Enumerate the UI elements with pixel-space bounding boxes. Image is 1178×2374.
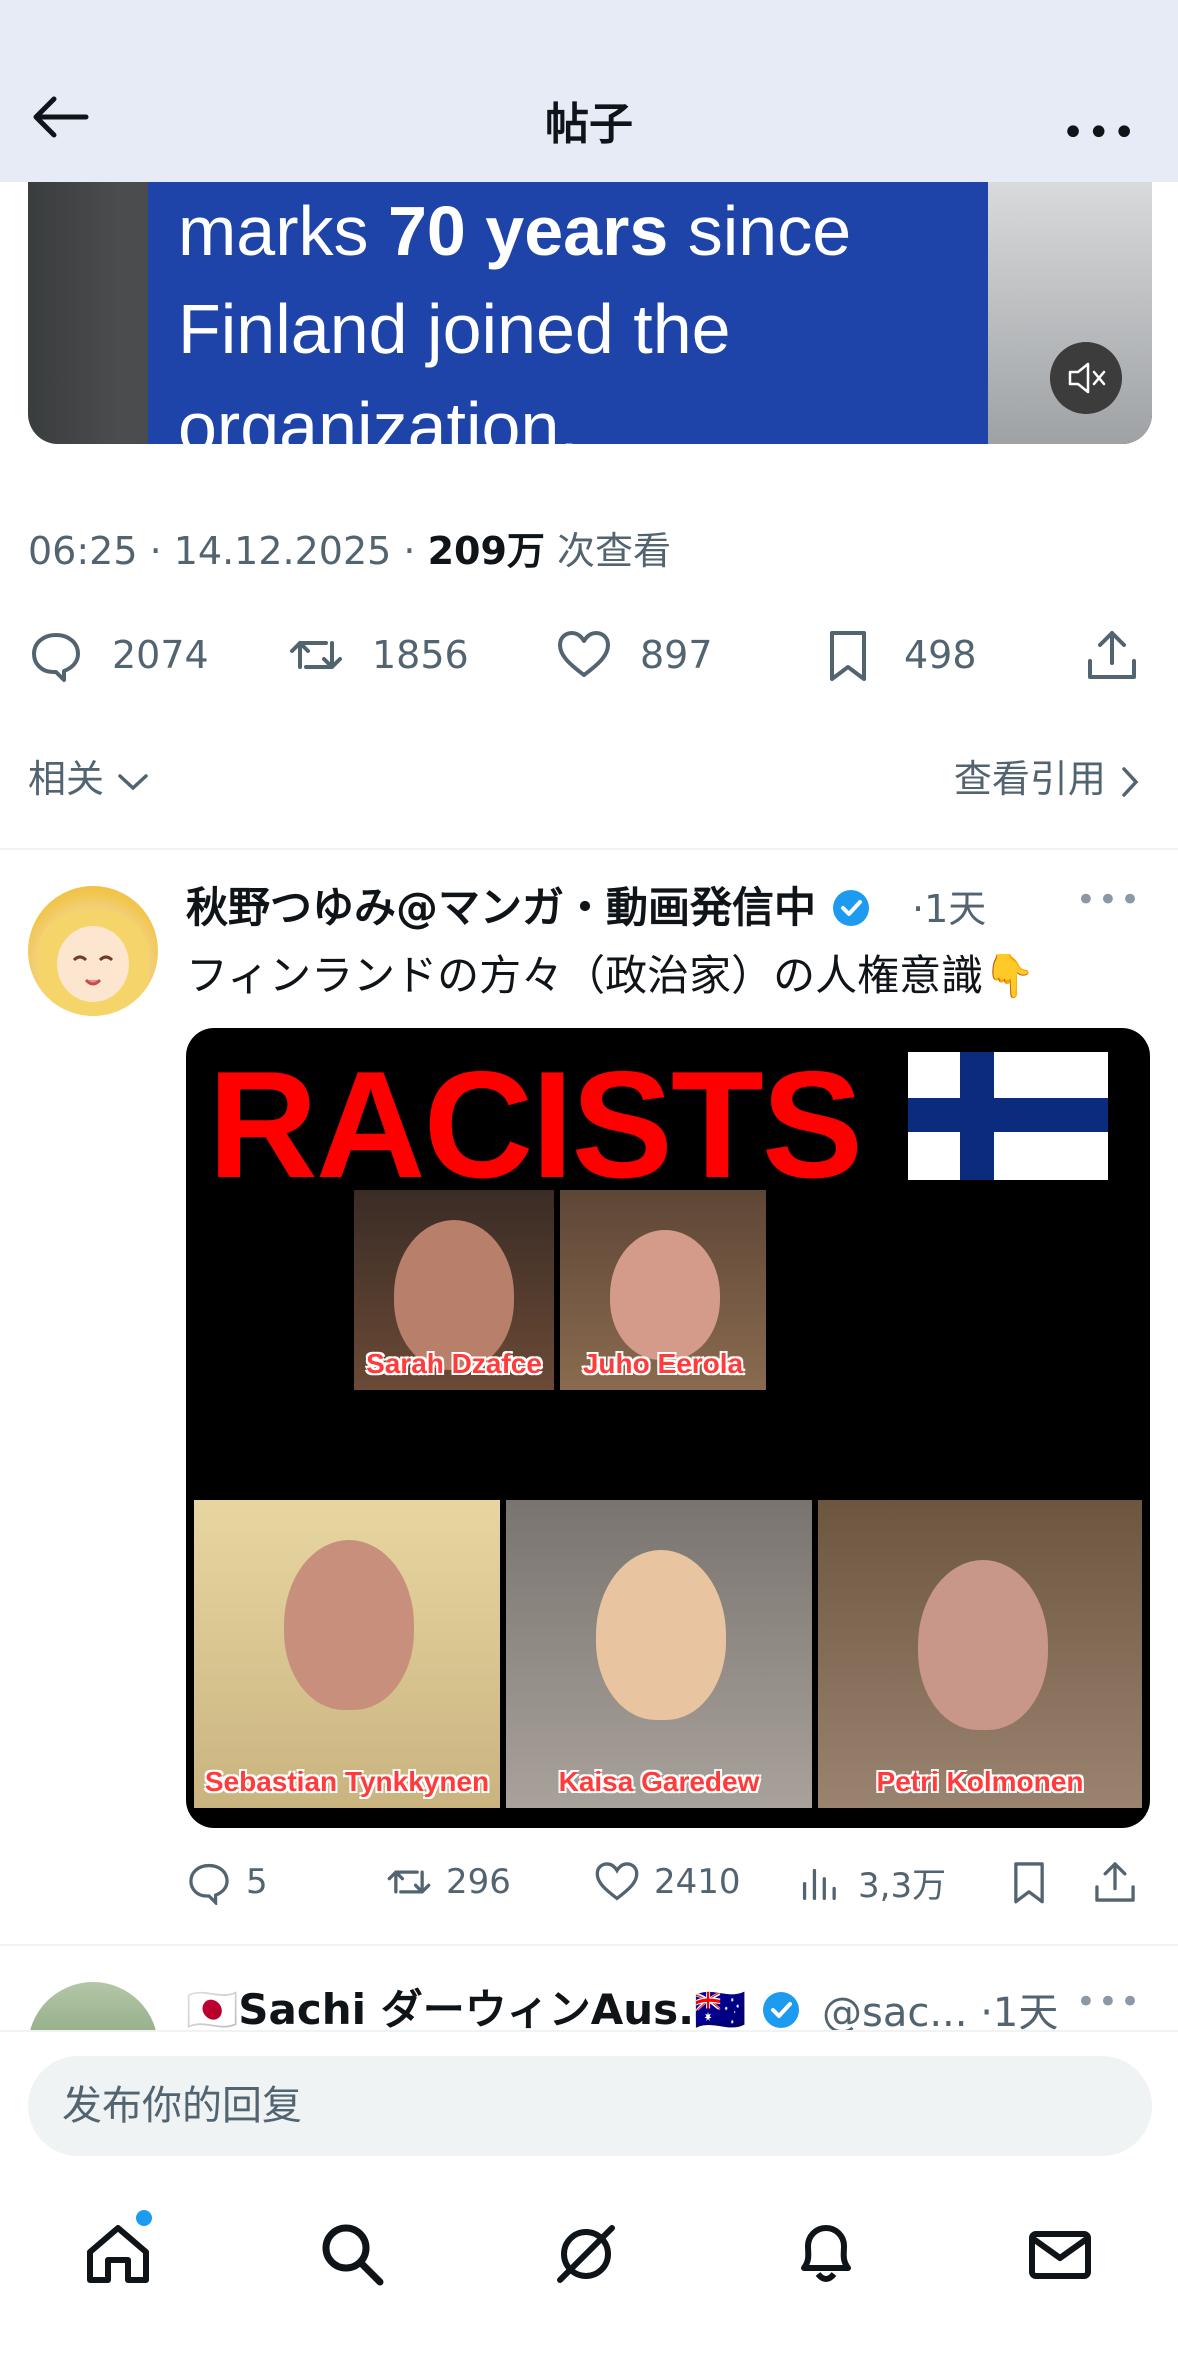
more-options-icon[interactable]: ••• bbox=[1061, 110, 1138, 156]
photo-tile: Juho Eerola bbox=[560, 1190, 766, 1390]
heart-icon bbox=[558, 631, 610, 677]
divider bbox=[0, 848, 1178, 850]
share-button[interactable] bbox=[1092, 1852, 1152, 1912]
divider bbox=[0, 1944, 1178, 1946]
share-icon bbox=[1095, 1862, 1135, 1902]
finland-flag bbox=[908, 1052, 1108, 1180]
bookmark-icon bbox=[830, 631, 866, 681]
tweet-actions: 5 296 2410 3,3万 bbox=[186, 1852, 1146, 1912]
tweet-more-icon[interactable]: ••• bbox=[1076, 880, 1142, 920]
repost-button[interactable]: 1856 bbox=[288, 620, 469, 690]
share-icon bbox=[1088, 631, 1136, 679]
image-title: RACISTS bbox=[208, 1040, 863, 1210]
like-button[interactable]: 897 bbox=[556, 620, 713, 690]
view-count: 209万 bbox=[427, 529, 545, 573]
photo-tile: Sarah Dzafce bbox=[354, 1190, 554, 1390]
analytics-icon bbox=[802, 1868, 836, 1901]
reply-input[interactable]: 发布你的回复 bbox=[28, 2056, 1152, 2156]
post-meta: 06:25 · 14.12.2025 · 209万 次查看 bbox=[28, 529, 671, 573]
photo-tile: Petri Kolmonen bbox=[818, 1500, 1142, 1808]
bookmark-button[interactable] bbox=[1006, 1852, 1066, 1912]
avatar[interactable] bbox=[28, 886, 158, 1016]
repost-icon bbox=[290, 641, 342, 669]
reply-button[interactable]: 2074 bbox=[28, 620, 209, 690]
reply-icon bbox=[189, 1863, 229, 1905]
author-name[interactable]: 秋野つゆみ@マンガ・動画発信中 bbox=[186, 874, 871, 935]
verified-badge-icon bbox=[832, 890, 869, 926]
tweet-text: フィンランドの方々（政治家）の人権意識👇 bbox=[186, 951, 1036, 1000]
related-dropdown[interactable]: 相关 bbox=[28, 748, 150, 803]
reply-button[interactable]: 5 bbox=[186, 1852, 268, 1912]
views-button[interactable]: 3,3万 bbox=[798, 1852, 946, 1912]
tweet-more-icon[interactable]: ••• bbox=[1076, 1982, 1142, 2022]
chevron-down-icon bbox=[118, 773, 148, 790]
page-title: 帖子 bbox=[545, 99, 633, 150]
notification-dot bbox=[136, 2210, 152, 2226]
share-button[interactable] bbox=[1084, 620, 1168, 690]
photo-tile: Kaisa Garedew bbox=[506, 1500, 812, 1808]
like-button[interactable]: 2410 bbox=[594, 1852, 741, 1912]
heart-icon bbox=[595, 1862, 639, 1901]
tweet-image[interactable]: RACISTS Sarah Dzafce Juho Eerola Sebasti… bbox=[186, 1028, 1150, 1828]
reply-icon bbox=[32, 633, 80, 682]
bookmark-icon bbox=[1014, 1862, 1044, 1904]
avatar-illustration bbox=[38, 908, 148, 1016]
repost-button[interactable]: 296 bbox=[386, 1852, 511, 1912]
home-icon[interactable] bbox=[82, 2218, 154, 2290]
chevron-right-icon bbox=[1122, 766, 1139, 797]
author-name[interactable]: 🇯🇵Sachi ダーウィンAus.🇦🇺 bbox=[186, 1976, 801, 2037]
post-actions: 2074 1856 897 498 bbox=[0, 620, 1178, 690]
mute-icon[interactable] bbox=[1050, 342, 1122, 414]
repost-icon bbox=[387, 1870, 431, 1894]
tweet-time: ·1天 bbox=[912, 887, 987, 931]
video-caption: marks 70 years since Finland joined the … bbox=[178, 192, 852, 444]
video-media[interactable]: marks 70 years since Finland joined the … bbox=[28, 182, 1152, 444]
grok-icon[interactable] bbox=[550, 2218, 622, 2290]
messages-envelope-icon[interactable] bbox=[1024, 2218, 1096, 2290]
verified-badge-icon bbox=[762, 1992, 799, 2028]
photo-tile: Sebastian Tynkkynen bbox=[194, 1500, 500, 1808]
view-quotes-link[interactable]: 查看引用 bbox=[954, 748, 1142, 803]
search-icon[interactable] bbox=[316, 2218, 388, 2290]
notifications-bell-icon[interactable] bbox=[790, 2218, 862, 2290]
bookmark-button[interactable]: 498 bbox=[820, 620, 977, 690]
